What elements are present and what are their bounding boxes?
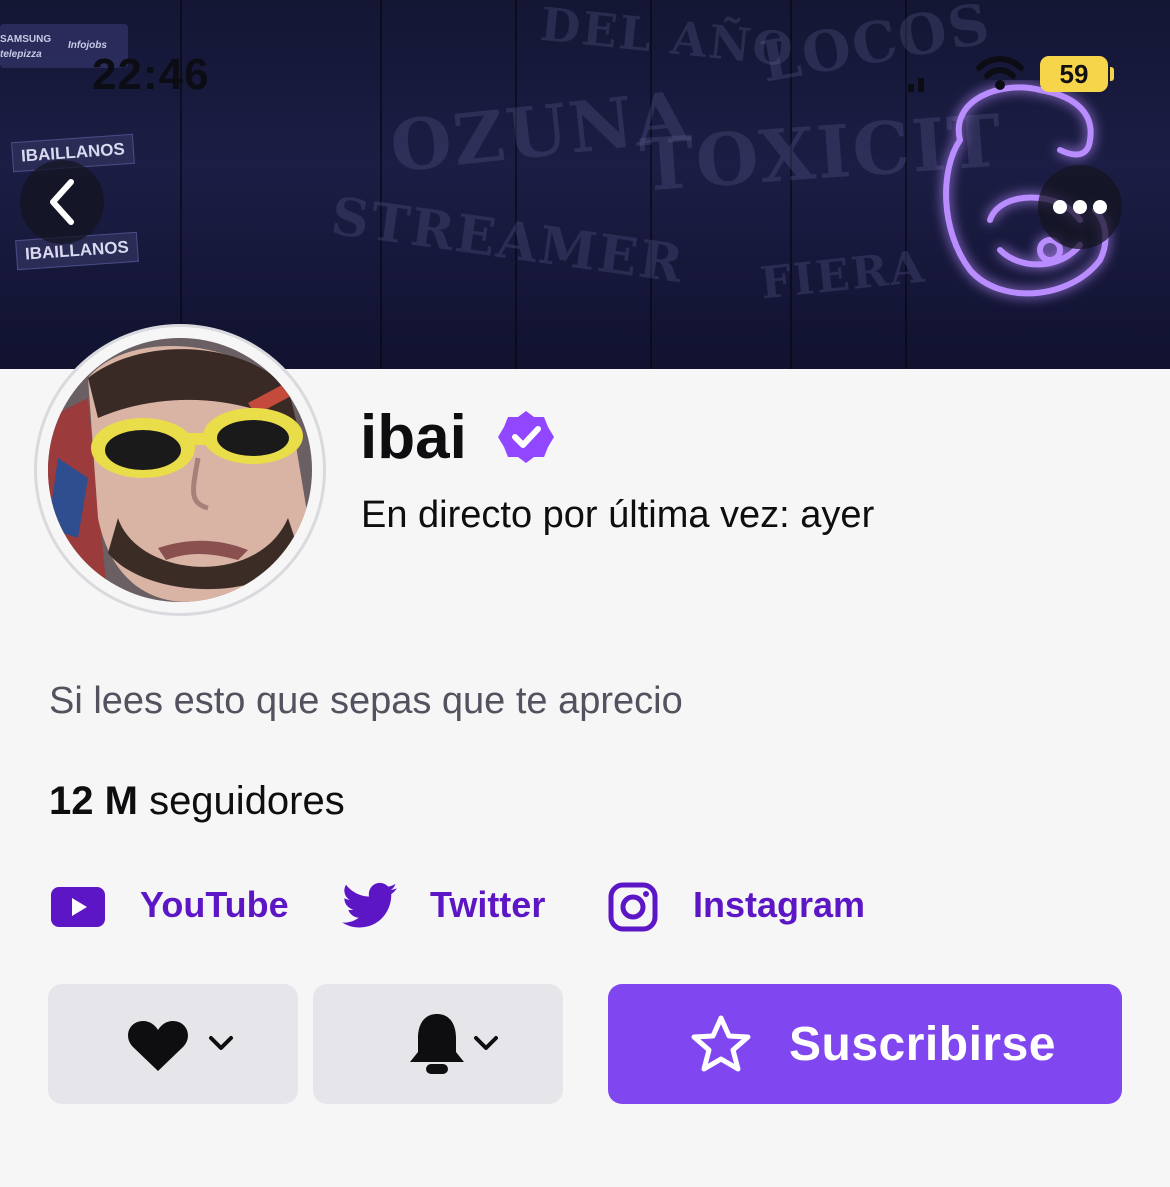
sponsor-text: telepizza	[0, 49, 42, 60]
youtube-icon[interactable]	[51, 887, 105, 927]
followers-label: seguidores	[149, 779, 345, 823]
youtube-link[interactable]: YouTube	[140, 884, 289, 926]
heart-icon	[128, 1021, 188, 1071]
twitter-icon[interactable]	[342, 882, 398, 930]
star-icon	[691, 1015, 751, 1072]
followers-number: 12 M	[49, 779, 138, 823]
avatar[interactable]	[48, 338, 312, 602]
channel-bio: Si lees esto que sepas que te aprecio	[49, 680, 683, 722]
follow-button[interactable]	[48, 984, 298, 1104]
verified-badge-icon	[498, 411, 554, 463]
notifications-button[interactable]	[313, 984, 563, 1104]
followers-count: 12 M seguidores	[49, 779, 345, 824]
back-button[interactable]	[20, 160, 104, 244]
last-live-text: En directo por última vez: ayer	[361, 494, 875, 536]
channel-name: ibai	[360, 403, 467, 472]
instagram-icon[interactable]	[608, 882, 658, 932]
twitter-link[interactable]: Twitter	[430, 884, 545, 926]
chevron-down-icon	[209, 1036, 233, 1050]
instagram-link[interactable]: Instagram	[693, 884, 865, 926]
chevron-left-icon	[50, 179, 74, 225]
channel-banner: OZUNA TOXICIT STREAMER DEL AÑO LOCOS FIE…	[0, 0, 1170, 369]
avatar-image	[48, 338, 312, 602]
subscribe-button[interactable]: Suscribirse	[608, 984, 1122, 1104]
signal-icon	[908, 78, 924, 92]
battery-indicator: 59	[1040, 56, 1108, 92]
more-options-button[interactable]	[1038, 165, 1122, 249]
wifi-icon	[976, 56, 1024, 90]
sponsor-text: SAMSUNG	[0, 34, 52, 45]
chevron-down-icon	[474, 1036, 498, 1050]
subscribe-label: Suscribirse	[789, 1018, 1056, 1071]
bell-icon	[410, 1014, 464, 1074]
more-icon	[1053, 200, 1107, 214]
battery-nub	[1110, 67, 1114, 81]
status-time: 22:46	[92, 50, 210, 99]
